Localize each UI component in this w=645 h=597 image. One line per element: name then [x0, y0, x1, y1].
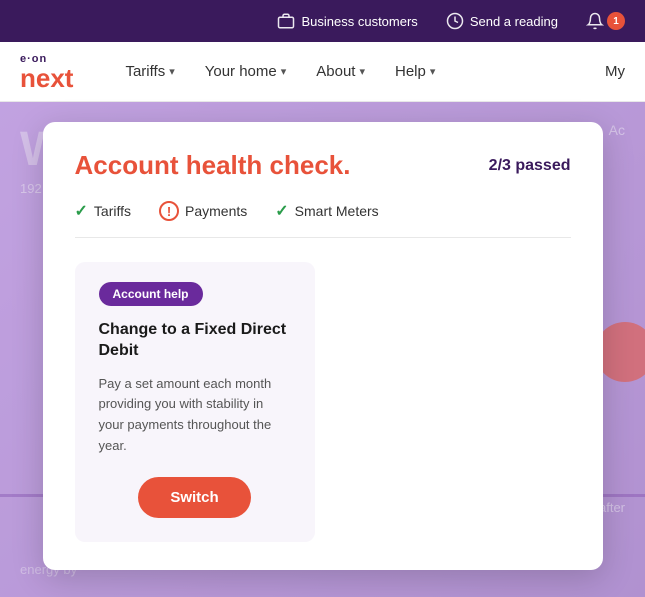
chevron-down-icon: ▾ [430, 65, 436, 78]
notification-count: 1 [607, 12, 625, 30]
nav-about-label: About [316, 63, 355, 80]
nav-item-help[interactable]: Help ▾ [383, 55, 447, 88]
nav-item-about[interactable]: About ▾ [304, 55, 377, 88]
send-reading-label: Send a reading [470, 14, 558, 29]
top-bar: Business customers Send a reading 1 [0, 0, 645, 42]
modal-overlay: Account health check. 2/3 passed ✓ Tarif… [0, 102, 645, 597]
notification-bell[interactable]: 1 [586, 12, 625, 30]
logo[interactable]: e·on next [20, 53, 73, 91]
nav-item-your-home[interactable]: Your home ▾ [193, 55, 299, 88]
check-item-smart-meters: ✓ Smart Meters [275, 201, 378, 221]
modal-checks: ✓ Tariffs ! Payments ✓ Smart Meters [75, 201, 571, 238]
nav-bar: e·on next Tariffs ▾ Your home ▾ About ▾ … [0, 42, 645, 102]
nav-item-tariffs[interactable]: Tariffs ▾ [113, 55, 186, 88]
recommendation-card: Account help Change to a Fixed Direct De… [75, 262, 315, 542]
chevron-down-icon: ▾ [281, 65, 287, 78]
logo-next: next [20, 65, 73, 91]
check-pass-icon: ✓ [75, 201, 88, 221]
business-icon [277, 12, 295, 30]
check-item-payments: ! Payments [159, 201, 247, 221]
check-tariffs-label: Tariffs [94, 203, 131, 219]
nav-item-my[interactable]: My [605, 63, 625, 80]
modal-title: Account health check. [75, 150, 351, 181]
card-description: Pay a set amount each month providing yo… [99, 374, 291, 457]
switch-button[interactable]: Switch [138, 477, 250, 518]
modal-header: Account health check. 2/3 passed [75, 150, 571, 181]
meter-icon [446, 12, 464, 30]
check-item-tariffs: ✓ Tariffs [75, 201, 132, 221]
nav-help-label: Help [395, 63, 426, 80]
bell-icon [586, 12, 604, 30]
check-warning-icon: ! [159, 201, 179, 221]
nav-tariffs-label: Tariffs [125, 63, 165, 80]
business-customers-link[interactable]: Business customers [277, 12, 417, 30]
chevron-down-icon: ▾ [169, 65, 175, 78]
card-tag: Account help [99, 282, 203, 306]
check-payments-label: Payments [185, 203, 247, 219]
send-reading-link[interactable]: Send a reading [446, 12, 558, 30]
nav-items: Tariffs ▾ Your home ▾ About ▾ Help ▾ [113, 55, 447, 88]
nav-your-home-label: Your home [205, 63, 277, 80]
modal-passed-count: 2/3 passed [489, 157, 571, 175]
business-customers-label: Business customers [301, 14, 417, 29]
health-check-modal: Account health check. 2/3 passed ✓ Tarif… [43, 122, 603, 570]
nav-my-label: My [605, 63, 625, 80]
chevron-down-icon: ▾ [359, 65, 365, 78]
check-pass-icon: ✓ [275, 201, 288, 221]
card-title: Change to a Fixed Direct Debit [99, 320, 291, 362]
check-smart-meters-label: Smart Meters [295, 203, 379, 219]
